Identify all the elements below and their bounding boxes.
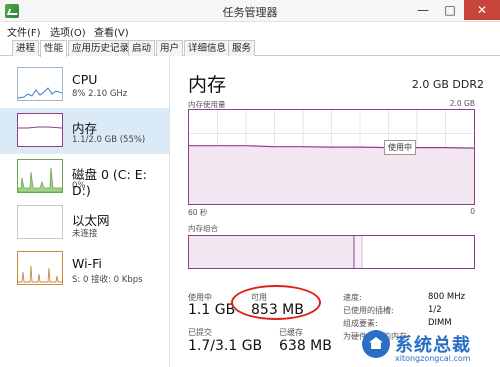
time-axis-left-label: 60 秒 [188,208,208,217]
menu-view[interactable]: 查看(V) [94,24,129,39]
disk-graph-icon [17,159,63,193]
memory-composition-chart-svg [189,236,363,268]
speed-label: 速度: [343,293,362,302]
memory-graph-icon [17,113,63,147]
usage-tooltip: 使用中 [384,140,416,155]
tab-app-history[interactable]: 应用历史记录 [68,40,134,56]
slots-value: 1/2 [428,305,442,315]
tab-processes[interactable]: 进程 [12,40,40,56]
usage-chart-max-label: 2.0 GB [449,99,475,108]
menu-bar: 文件(F) 选项(O) 查看(V) [0,22,500,39]
composition-modified-segment [355,236,362,268]
form-factor-value: DIMM [428,318,452,328]
sidebar-item-subtitle: 未连接 [72,229,98,239]
menu-file[interactable]: 文件(F) [7,24,41,39]
usage-area [189,145,474,204]
time-axis-right-label: 0 [470,207,475,216]
menu-options[interactable]: 选项(O) [50,24,86,39]
in-use-value: 1.1 GB [188,302,236,318]
memory-type: 2.0 GB DDR2 [411,78,484,91]
sidebar-item-wifi[interactable]: Wi-Fi S: 0 接收: 0 Kbps [0,246,169,292]
sidebar-item-title: 磁盘 0 (C: E: D:) [72,167,147,198]
sidebar-item-subtitle: 1.1/2.0 GB (55%) [72,135,146,145]
cpu-graph-icon [17,67,63,101]
highlight-ellipse [231,285,321,320]
maximize-button[interactable]: □ [437,0,463,20]
sidebar-item-subtitle: S: 0 接收: 0 Kbps [72,275,143,285]
title-bar: 任务管理器 — □ ✕ [0,0,500,22]
page-title: 内存 [188,74,227,96]
form-factor-label: 组成要素: [343,319,378,328]
house-logo-icon [362,330,390,358]
cached-value: 638 MB [279,338,332,354]
sidebar-item-memory[interactable]: 内存 1.1/2.0 GB (55%) [0,108,169,154]
wifi-graph-icon [17,251,63,285]
tab-users[interactable]: 用户 [156,40,184,56]
ethernet-graph-icon [17,205,63,239]
tab-startup[interactable]: 启动 [128,40,156,56]
slots-label: 已使用的插槽: [343,306,394,315]
tab-services[interactable]: 服务 [228,40,256,56]
sidebar-item-title: CPU [72,72,98,87]
sidebar-item-ethernet[interactable]: 以太网 未连接 [0,200,169,246]
speed-value: 800 MHz [428,292,466,302]
cached-label: 已缓存 [279,328,303,337]
sidebar-item-title: Wi-Fi [72,256,102,271]
sidebar-item-subtitle: 8% 2.10 GHz [72,89,128,99]
tab-performance[interactable]: 性能 [40,40,68,57]
committed-value: 1.7/3.1 GB [188,338,263,354]
memory-usage-chart [188,109,475,205]
sidebar-item-disk[interactable]: 磁盘 0 (C: E: D:) 0% [0,154,169,200]
tab-bar: 进程 性能 应用历史记录 启动 用户 详细信息 服务 [0,38,500,57]
sidebar-item-subtitle: 0% [72,181,86,191]
memory-composition-chart [188,235,475,269]
site-watermark: 系统总裁 xitongzongcai.com [362,330,500,367]
composition-in-use-segment [189,236,354,268]
minimize-button[interactable]: — [410,0,436,20]
close-button[interactable]: ✕ [464,0,500,20]
memory-panel: 内存 2.0 GB DDR2 内存使用量 2.0 GB 使用中 60 秒 0 内… [171,57,500,367]
tab-details[interactable]: 详细信息 [184,40,231,56]
performance-sidebar: CPU 8% 2.10 GHz 内存 1.1/2.0 GB (55%) 磁盘 0… [0,57,170,367]
watermark-url: xitongzongcai.com [395,354,471,363]
memory-usage-chart-svg [189,110,475,204]
committed-label: 已提交 [188,328,212,337]
composition-chart-label: 内存组合 [188,224,218,233]
sidebar-item-cpu[interactable]: CPU 8% 2.10 GHz [0,62,169,108]
